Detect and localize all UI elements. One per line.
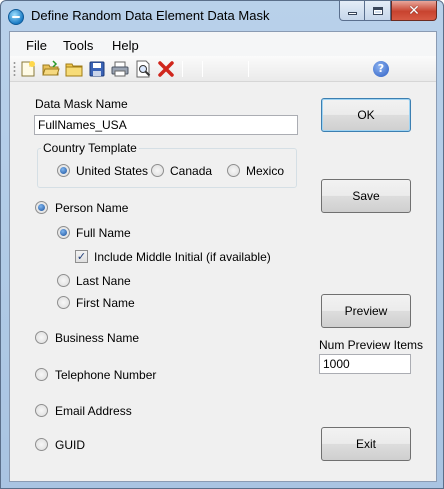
toolbar-separator: [248, 61, 249, 77]
close-icon: ✕: [408, 2, 420, 19]
mask-name-input[interactable]: FullNames_USA: [34, 115, 298, 135]
minimize-icon: [347, 12, 357, 15]
save-button[interactable]: Save: [321, 179, 411, 213]
checkbox-include-middle-initial[interactable]: ✓: [75, 250, 88, 263]
radio-canada[interactable]: [151, 164, 164, 177]
toolbar-separator: [202, 61, 203, 77]
country-template-title: Country Template: [41, 141, 139, 155]
menu-help[interactable]: Help: [112, 38, 139, 53]
toolbar: ?: [10, 56, 436, 82]
num-preview-input[interactable]: 1000: [319, 354, 411, 374]
label-guid[interactable]: GUID: [55, 438, 85, 452]
label-include-middle-initial[interactable]: Include Middle Initial (if available): [94, 250, 271, 264]
help-icon[interactable]: ?: [373, 61, 389, 77]
radio-email-address[interactable]: [35, 404, 48, 417]
new-icon[interactable]: [19, 60, 37, 78]
save-icon[interactable]: [88, 60, 106, 78]
menu-tools[interactable]: Tools: [63, 38, 93, 53]
delete-icon[interactable]: [157, 60, 175, 78]
radio-united-states[interactable]: [57, 164, 70, 177]
menu-bar: File Tools Help: [10, 32, 436, 56]
window-title: Define Random Data Element Data Mask: [31, 8, 270, 23]
dialog-client-area: File Tools Help ? Data Mask Name FullNam…: [9, 31, 437, 482]
label-united-states[interactable]: United States: [76, 164, 148, 178]
radio-mexico[interactable]: [227, 164, 240, 177]
mask-name-label: Data Mask Name: [35, 97, 128, 111]
preview-button[interactable]: Preview: [321, 294, 411, 328]
label-mexico[interactable]: Mexico: [246, 164, 284, 178]
radio-guid[interactable]: [35, 438, 48, 451]
maximize-icon: [372, 6, 383, 15]
open-icon[interactable]: [42, 60, 60, 78]
radio-full-name[interactable]: [57, 226, 70, 239]
dialog-window: Define Random Data Element Data Mask ✕ F…: [0, 0, 444, 489]
close-button[interactable]: ✕: [391, 1, 437, 21]
label-last-name[interactable]: Last Nane: [76, 274, 131, 288]
label-telephone-number[interactable]: Telephone Number: [55, 368, 156, 382]
label-canada[interactable]: Canada: [170, 164, 212, 178]
print-icon[interactable]: [111, 60, 129, 78]
toolbar-grip[interactable]: [13, 61, 16, 77]
ok-button[interactable]: OK: [321, 98, 411, 132]
toolbar-separator: [182, 61, 183, 77]
folder-icon[interactable]: [65, 60, 83, 78]
radio-person-name[interactable]: [35, 201, 48, 214]
print-preview-icon[interactable]: [134, 60, 152, 78]
exit-button[interactable]: Exit: [321, 427, 411, 461]
label-business-name[interactable]: Business Name: [55, 331, 139, 345]
label-first-name[interactable]: First Name: [76, 296, 135, 310]
radio-business-name[interactable]: [35, 331, 48, 344]
radio-first-name[interactable]: [57, 296, 70, 309]
label-person-name[interactable]: Person Name: [55, 201, 128, 215]
label-email-address[interactable]: Email Address: [55, 404, 132, 418]
label-full-name[interactable]: Full Name: [76, 226, 131, 240]
title-bar[interactable]: Define Random Data Element Data Mask ✕: [1, 1, 443, 31]
menu-file[interactable]: File: [26, 38, 47, 53]
app-icon: [8, 9, 24, 25]
minimize-button[interactable]: [339, 1, 365, 21]
radio-last-name[interactable]: [57, 274, 70, 287]
maximize-button[interactable]: [365, 1, 391, 21]
num-preview-label: Num Preview Items: [319, 338, 424, 352]
radio-telephone-number[interactable]: [35, 368, 48, 381]
